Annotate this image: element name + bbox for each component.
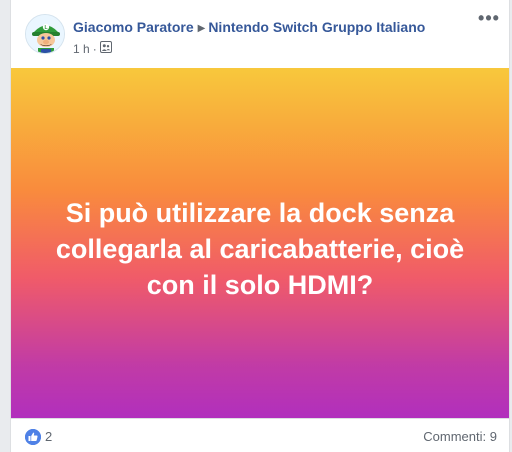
post-timestamp[interactable]: 1 h <box>73 41 90 57</box>
post-names: Giacomo Paratore ▶ Nintendo Switch Gruppo … <box>73 18 425 39</box>
author-name-link[interactable]: Giacomo Paratore <box>73 19 194 35</box>
post-background-banner: Si può utilizzare la dock senza collegar… <box>11 68 509 418</box>
group-privacy-icon[interactable] <box>99 41 112 57</box>
author-avatar[interactable]: L <box>25 14 65 54</box>
post-footer: 2 Commenti: 9 <box>11 418 509 452</box>
luigi-avatar-icon: L <box>26 15 64 53</box>
post-card: L Giacomo Paratore ▶ Nintendo Switch Grupp… <box>10 0 510 452</box>
post-meta: Giacomo Paratore ▶ Nintendo Switch Gruppo … <box>73 18 425 57</box>
group-name-link[interactable]: Nintendo Switch Gruppo Italiano <box>208 19 425 35</box>
comments-label: Commenti: <box>423 429 487 444</box>
like-reaction-icon[interactable] <box>25 429 41 445</box>
meta-separator: · <box>92 42 97 56</box>
post-header: L Giacomo Paratore ▶ Nintendo Switch Grupp… <box>11 0 509 68</box>
comments-count-link[interactable]: Commenti: 9 <box>423 429 497 445</box>
comments-number: 9 <box>489 429 497 444</box>
svg-text:L: L <box>44 25 47 31</box>
more-options-icon[interactable]: ••• <box>477 9 501 32</box>
share-arrow-icon: ▶ <box>197 23 206 34</box>
post-subline: 1 h · <box>73 41 425 57</box>
like-count[interactable]: 2 <box>45 429 52 445</box>
post-text: Si può utilizzare la dock senza collegar… <box>55 198 465 300</box>
